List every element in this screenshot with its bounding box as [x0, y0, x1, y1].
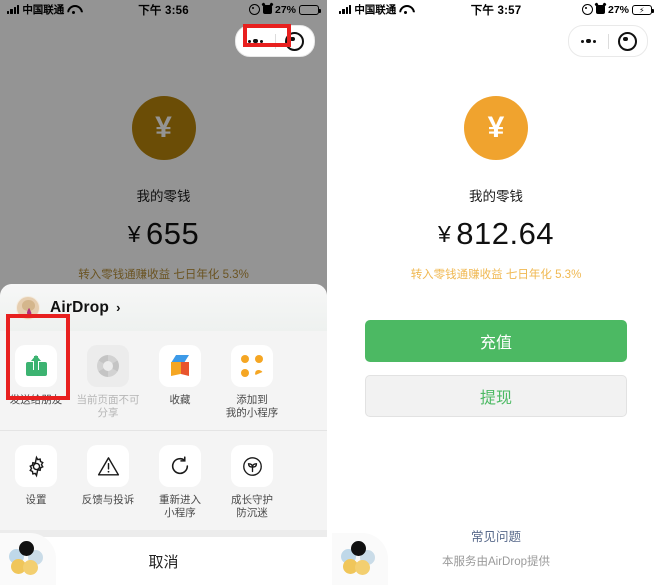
- share-item-restart-miniprogram[interactable]: 重新进入 小程序: [144, 443, 216, 520]
- capsule-more-button[interactable]: [569, 26, 608, 56]
- withdraw-button[interactable]: 提现: [365, 375, 627, 417]
- share-item-feedback[interactable]: 反馈与投诉: [72, 443, 144, 520]
- target-icon: [618, 31, 638, 51]
- battery-percent-label: 27%: [274, 3, 296, 16]
- mini-program-capsule[interactable]: [568, 25, 648, 57]
- right-wallet-section: ¥ 我的零钱 ¥812.64 转入零钱通赚收益 七日年化 5.3%: [332, 96, 660, 282]
- share-item-label: 成长守护 防沉迷: [231, 494, 273, 519]
- refresh-icon: [169, 455, 191, 477]
- share-item-label: 反馈与投诉: [81, 494, 135, 506]
- status-bar-right-group: 27%: [248, 3, 321, 16]
- coin-yen-symbol: ¥: [487, 111, 505, 144]
- favorite-tile: [159, 345, 201, 387]
- share-item-label: 重新进入 小程序: [159, 494, 201, 519]
- battery-percent-label: 27%: [607, 3, 629, 16]
- chevron-right-icon: ›: [116, 300, 121, 315]
- share-item-label: 收藏: [169, 394, 191, 406]
- location-icon: [581, 4, 593, 15]
- share-item-label: 添加到 我的小程序: [225, 394, 279, 419]
- share-item-settings[interactable]: 设置: [0, 443, 72, 520]
- battery-icon: [299, 4, 321, 15]
- balance-amount: 812.64: [456, 216, 555, 251]
- balance-currency-symbol: ¥: [437, 221, 452, 247]
- panel-divider: [327, 0, 332, 585]
- alarm-icon: [262, 5, 272, 14]
- location-icon: [248, 4, 260, 15]
- shutter-icon: [97, 355, 119, 377]
- status-bar-right-group: 27% ⚡: [581, 3, 654, 16]
- annotation-box-menu: [243, 24, 291, 47]
- gear-icon: [25, 455, 48, 478]
- share-grid-row-2: 设置 反馈与投诉 重新进入 小程序 成长守护 防沉迷: [0, 430, 327, 530]
- left-phone-panel: 中国联通 下午 3:56 27% ¥ 我的零钱 ¥ 655 转入零钱通赚收益 七…: [0, 0, 327, 585]
- left-status-bar: 中国联通 下午 3:56 27%: [0, 0, 327, 19]
- pinwheel-watermark-icon: [0, 533, 56, 585]
- shutter-tile: [87, 345, 129, 387]
- share-item-label: 当前页面不可 分享: [76, 394, 140, 419]
- growth-guard-tile: [231, 445, 273, 487]
- wallet-balance: ¥812.64: [332, 216, 660, 252]
- lightning-bolt-icon: ⚡: [639, 5, 645, 15]
- restart-tile: [159, 445, 201, 487]
- more-dots-icon: [580, 38, 596, 44]
- share-item-page-not-shareable: 当前页面不可 分享: [72, 343, 144, 420]
- settings-tile: [15, 445, 57, 487]
- share-item-label: 设置: [25, 494, 47, 506]
- wallet-rate-text[interactable]: 转入零钱通赚收益 七日年化 5.3%: [332, 266, 660, 282]
- wallet-coin-icon: ¥: [464, 96, 528, 160]
- share-item-add-to-my-miniprograms[interactable]: 添加到 我的小程序: [216, 343, 288, 420]
- recharge-button[interactable]: 充值: [365, 320, 627, 362]
- screenshot-stage: 中国联通 下午 3:56 27% ¥ 我的零钱 ¥ 655 转入零钱通赚收益 七…: [0, 0, 660, 585]
- wallet-title: 我的零钱: [469, 189, 523, 204]
- feedback-tile: [87, 445, 129, 487]
- battery-charging-icon: ⚡: [632, 4, 654, 15]
- add-miniprogram-icon: [241, 355, 264, 379]
- share-item-growth-guard[interactable]: 成长守护 防沉迷: [216, 443, 288, 520]
- capsule-close-button[interactable]: [609, 26, 648, 56]
- right-phone-panel: 中国联通 下午 3:57 27% ⚡ ¥ 我的零钱 ¥ 812.64 转入零钱通…: [332, 0, 660, 585]
- pinwheel-watermark-icon: [332, 533, 388, 585]
- wallet-actions: 充值 提现: [365, 320, 627, 417]
- right-capsule-row: [332, 19, 660, 59]
- right-status-bar: 中国联通 下午 3:57 27% ⚡: [332, 0, 660, 19]
- plant-shield-icon: [241, 455, 264, 478]
- share-item-favorite[interactable]: 收藏: [144, 343, 216, 420]
- add-miniprogram-tile: [231, 345, 273, 387]
- warning-triangle-icon: [97, 455, 120, 477]
- annotation-box-send-to-friend: [6, 314, 70, 400]
- alarm-icon: [595, 5, 605, 14]
- favorite-box-icon: [169, 355, 191, 377]
